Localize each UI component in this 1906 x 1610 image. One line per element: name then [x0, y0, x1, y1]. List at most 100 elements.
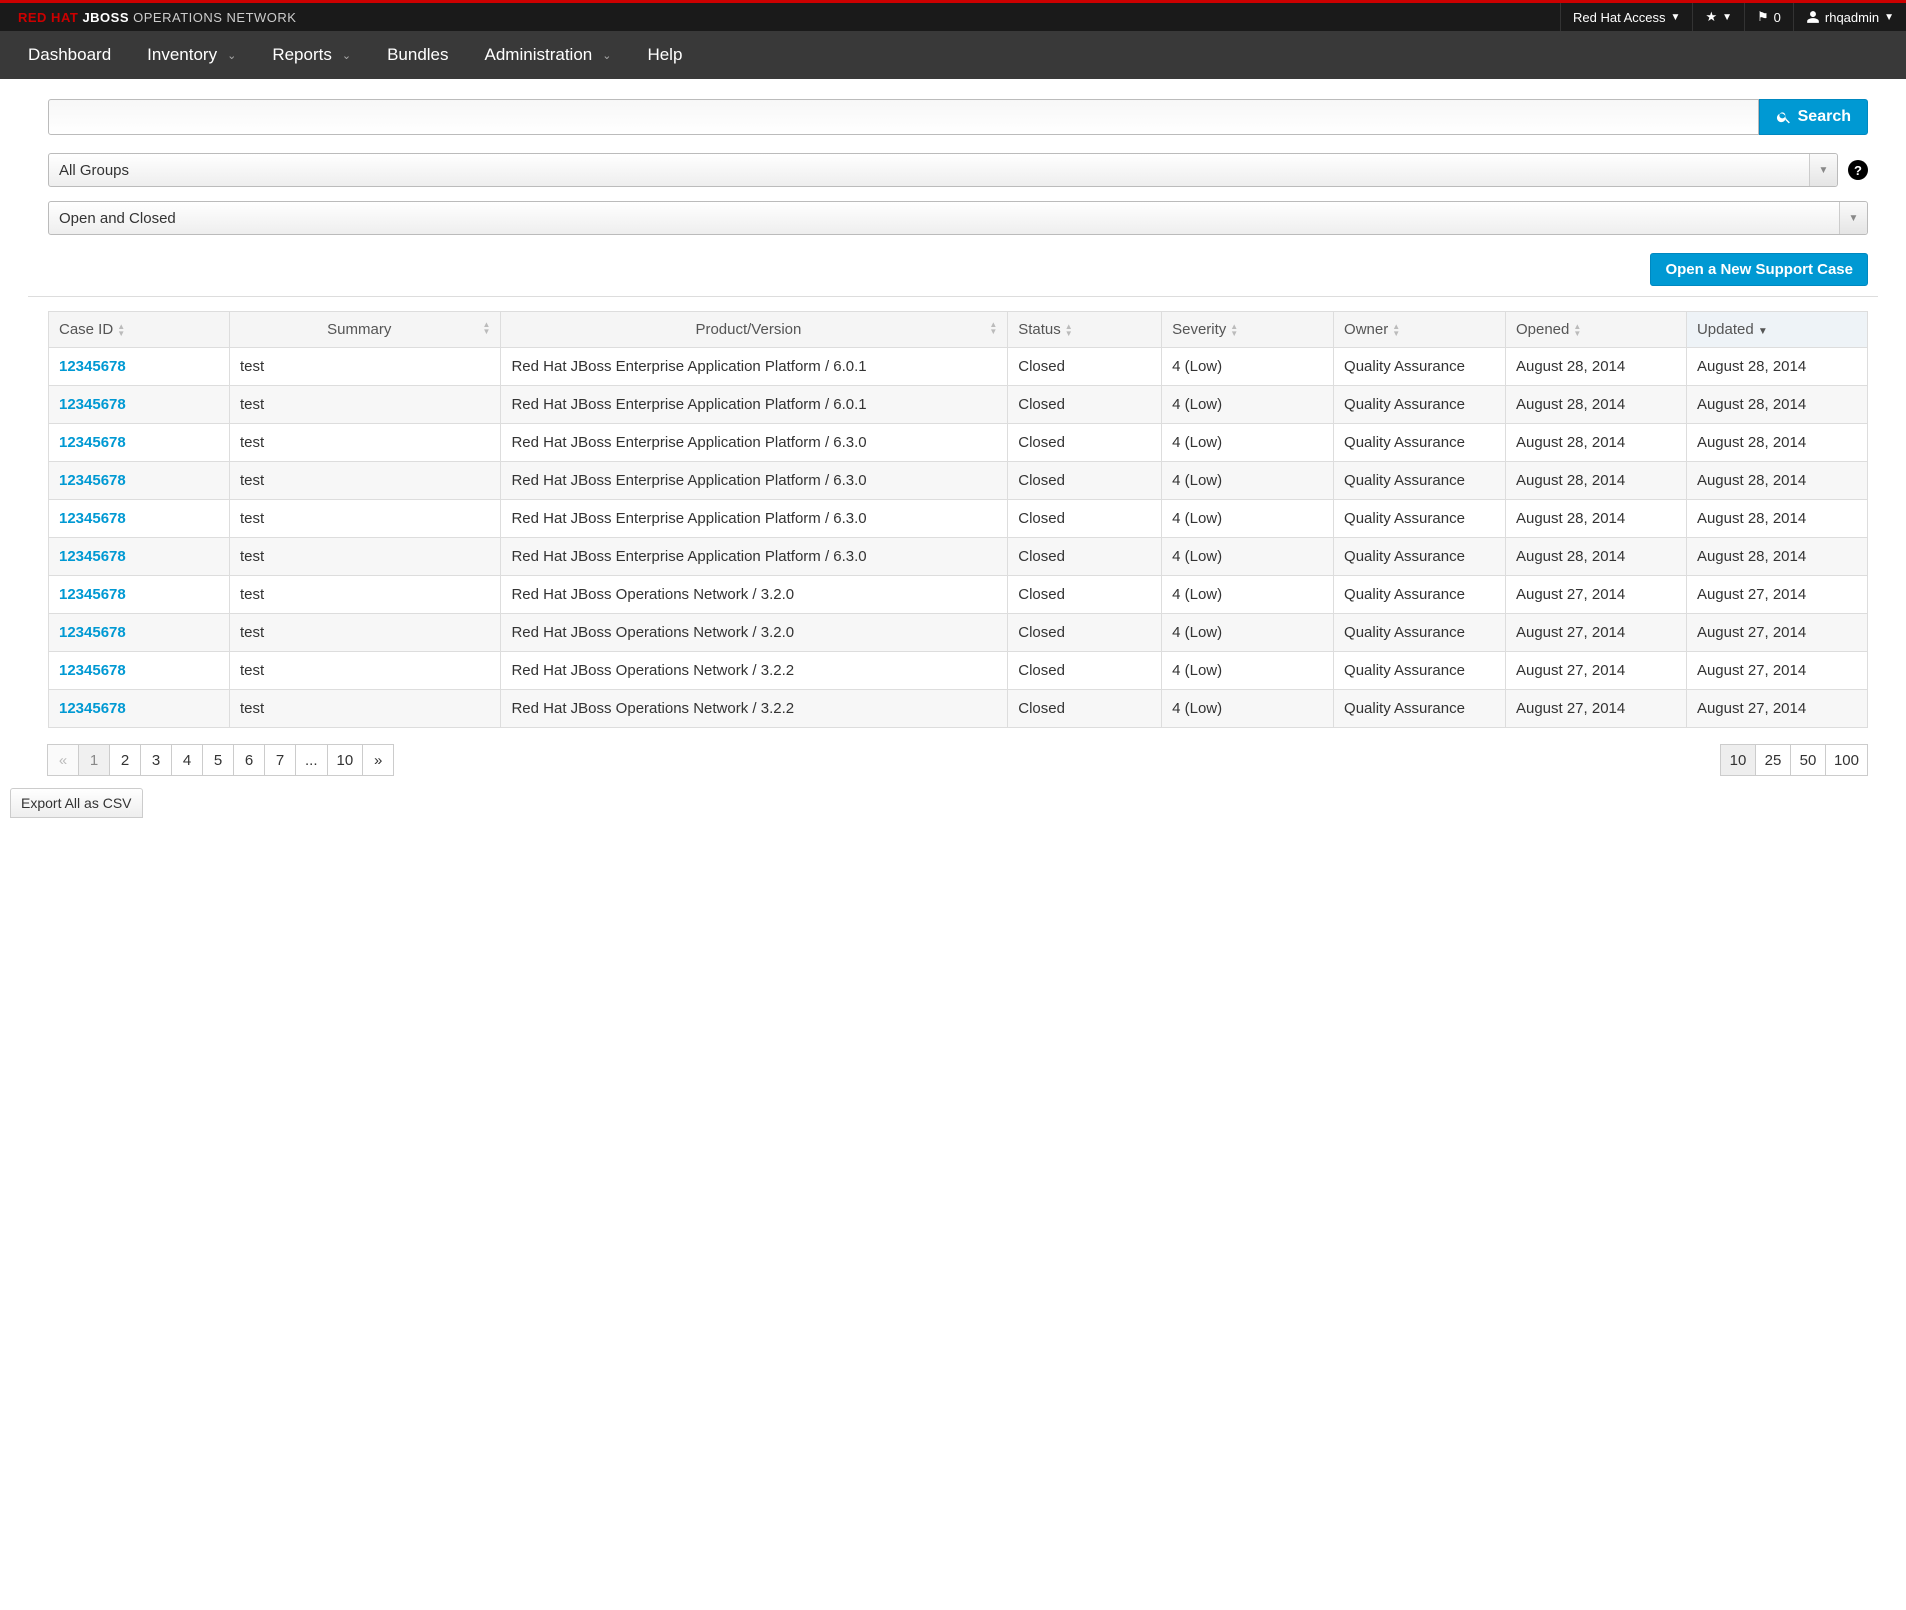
cell-product: Red Hat JBoss Enterprise Application Pla…: [501, 424, 1008, 462]
notification-count: 0: [1774, 10, 1781, 25]
brand-logo: RED HAT JBOSS OPERATIONS NETWORK: [0, 10, 314, 25]
cell-status: Closed: [1008, 386, 1162, 424]
cases-table: Case ID▲▼ Summary▲▼ Product/Version▲▼ St…: [48, 311, 1868, 728]
col-header-severity[interactable]: Severity▲▼: [1162, 312, 1334, 348]
table-footer: « 1234567...10 » 102550100: [48, 744, 1868, 776]
case-id-link[interactable]: 12345678: [59, 472, 126, 489]
table-row: 12345678testRed Hat JBoss Operations Net…: [49, 690, 1868, 728]
redhat-access-menu[interactable]: Red Hat Access ▼: [1560, 3, 1692, 31]
cell-opened: August 28, 2014: [1505, 424, 1686, 462]
page-button[interactable]: 2: [109, 744, 141, 776]
cell-product: Red Hat JBoss Enterprise Application Pla…: [501, 500, 1008, 538]
star-icon: ★: [1705, 9, 1717, 25]
col-header-updated[interactable]: Updated ▼: [1686, 312, 1867, 348]
page-button[interactable]: 10: [327, 744, 364, 776]
nav-inventory[interactable]: Inventory⌄: [129, 31, 254, 79]
favorites-menu[interactable]: ★ ▼: [1692, 3, 1744, 31]
col-header-owner[interactable]: Owner ▲▼: [1334, 312, 1506, 348]
nav-dashboard[interactable]: Dashboard: [10, 31, 129, 79]
cell-severity: 4 (Low): [1162, 538, 1334, 576]
sort-icon: ▲▼: [1573, 323, 1581, 337]
page-first-button[interactable]: «: [47, 744, 79, 776]
cell-status: Closed: [1008, 538, 1162, 576]
brand-part2: JBOSS: [82, 10, 129, 25]
case-id-link[interactable]: 12345678: [59, 548, 126, 565]
open-new-case-button[interactable]: Open a New Support Case: [1650, 253, 1868, 286]
cell-status: Closed: [1008, 576, 1162, 614]
col-header-opened[interactable]: Opened▲▼: [1505, 312, 1686, 348]
col-header-owner-label: Owner: [1344, 321, 1388, 338]
col-header-updated-label: Updated: [1697, 321, 1754, 338]
cell-status: Closed: [1008, 690, 1162, 728]
sort-icon: ▲▼: [1392, 323, 1400, 337]
cell-updated: August 27, 2014: [1686, 576, 1867, 614]
case-id-link[interactable]: 12345678: [59, 662, 126, 679]
export-csv-button[interactable]: Export All as CSV: [10, 788, 143, 818]
pagesize-button[interactable]: 50: [1790, 744, 1826, 776]
user-menu[interactable]: rhqadmin ▼: [1793, 3, 1906, 31]
cell-updated: August 28, 2014: [1686, 386, 1867, 424]
col-header-status-label: Status: [1018, 321, 1061, 338]
cell-status: Closed: [1008, 614, 1162, 652]
case-id-link[interactable]: 12345678: [59, 624, 126, 641]
search-button[interactable]: Search: [1759, 99, 1868, 135]
page-size-selector: 102550100: [1721, 744, 1868, 776]
cell-owner: Quality Assurance: [1334, 652, 1506, 690]
groups-dropdown-value: All Groups: [59, 162, 129, 179]
col-header-status[interactable]: Status▲▼: [1008, 312, 1162, 348]
col-header-product[interactable]: Product/Version▲▼: [501, 312, 1008, 348]
page-button[interactable]: 6: [233, 744, 265, 776]
cell-updated: August 28, 2014: [1686, 348, 1867, 386]
case-id-link[interactable]: 12345678: [59, 700, 126, 717]
nav-administration[interactable]: Administration⌄: [467, 31, 630, 79]
page-button[interactable]: 4: [171, 744, 203, 776]
chevron-down-icon: ▼: [1722, 12, 1732, 23]
page-button[interactable]: 3: [140, 744, 172, 776]
notifications-menu[interactable]: ⚑ 0: [1744, 3, 1793, 31]
cell-opened: August 27, 2014: [1505, 614, 1686, 652]
cell-severity: 4 (Low): [1162, 424, 1334, 462]
col-header-caseid[interactable]: Case ID▲▼: [49, 312, 230, 348]
page-button[interactable]: 7: [264, 744, 296, 776]
search-input[interactable]: [48, 99, 1759, 135]
chevron-down-icon: ▼: [1671, 12, 1681, 23]
case-id-link[interactable]: 12345678: [59, 358, 126, 375]
case-id-link[interactable]: 12345678: [59, 396, 126, 413]
page-next-button[interactable]: »: [362, 744, 394, 776]
page-button[interactable]: 1: [78, 744, 110, 776]
cell-severity: 4 (Low): [1162, 462, 1334, 500]
case-id-link[interactable]: 12345678: [59, 434, 126, 451]
sort-desc-icon: ▼: [1758, 326, 1768, 337]
table-row: 12345678testRed Hat JBoss Operations Net…: [49, 652, 1868, 690]
page-button[interactable]: ...: [295, 744, 328, 776]
cell-updated: August 27, 2014: [1686, 652, 1867, 690]
nav-reports[interactable]: Reports⌄: [254, 31, 369, 79]
pagesize-button[interactable]: 10: [1720, 744, 1756, 776]
cell-product: Red Hat JBoss Operations Network / 3.2.2: [501, 690, 1008, 728]
pagesize-button[interactable]: 25: [1755, 744, 1791, 776]
cell-summary: test: [229, 462, 500, 500]
cell-owner: Quality Assurance: [1334, 614, 1506, 652]
chevron-down-icon: ⌄: [342, 49, 351, 62]
groups-dropdown[interactable]: All Groups ▼: [48, 153, 1838, 187]
nav-help[interactable]: Help: [629, 31, 700, 79]
table-row: 12345678testRed Hat JBoss Operations Net…: [49, 614, 1868, 652]
table-row: 12345678testRed Hat JBoss Enterprise App…: [49, 538, 1868, 576]
page-button[interactable]: 5: [202, 744, 234, 776]
chevron-down-icon: ▼: [1809, 154, 1837, 186]
nav-help-label: Help: [647, 45, 682, 65]
cell-status: Closed: [1008, 424, 1162, 462]
cell-product: Red Hat JBoss Enterprise Application Pla…: [501, 386, 1008, 424]
cell-owner: Quality Assurance: [1334, 690, 1506, 728]
sort-icon: ▲▼: [117, 323, 125, 337]
nav-bundles[interactable]: Bundles: [369, 31, 466, 79]
case-id-link[interactable]: 12345678: [59, 510, 126, 527]
case-id-link[interactable]: 12345678: [59, 586, 126, 603]
cell-updated: August 28, 2014: [1686, 538, 1867, 576]
cell-summary: test: [229, 652, 500, 690]
pagesize-button[interactable]: 100: [1825, 744, 1868, 776]
help-icon[interactable]: ?: [1848, 160, 1868, 180]
status-dropdown[interactable]: Open and Closed ▼: [48, 201, 1868, 235]
cell-summary: test: [229, 424, 500, 462]
col-header-summary[interactable]: Summary▲▼: [229, 312, 500, 348]
